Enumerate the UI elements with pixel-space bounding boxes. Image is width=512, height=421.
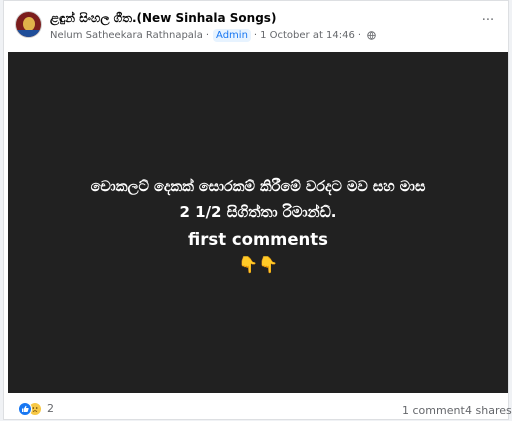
image-text-line-1: චොකලට් දෙකක් සොරකම් කිරීමේ වරදට මව සහ මා… xyxy=(90,179,426,195)
post-meta: Nelum Satheekara Rathnapala · Admin · 1 … xyxy=(50,29,376,42)
meta-separator: · xyxy=(205,30,210,41)
page-avatar[interactable] xyxy=(15,11,42,38)
meta-separator-3: · xyxy=(357,30,362,41)
post-footer: 2 1 comment 4 shares xyxy=(4,399,512,421)
comments-link[interactable]: 1 comment xyxy=(402,404,465,417)
post-header: ළඳුන් සිංහල ගීත.(New Sinhala Songs) Nelu… xyxy=(4,1,508,49)
image-text-line-3: first comments xyxy=(188,230,328,249)
avatar-face xyxy=(23,17,35,31)
shares-link[interactable]: 4 shares xyxy=(465,404,512,417)
page-name-link[interactable]: ළඳුන් සිංහල ගීත.(New Sinhala Songs) xyxy=(50,11,276,26)
post-card: ළඳුන් සිංහල ගීත.(New Sinhala Songs) Nelu… xyxy=(3,0,512,421)
author-name-link[interactable]: Nelum Satheekara Rathnapala xyxy=(50,30,203,41)
image-text-line-2: 2 1/2 සිගිත්තා රිමාන්ඩ්. xyxy=(179,203,337,221)
admin-badge: Admin xyxy=(213,29,251,42)
like-reaction-icon[interactable] xyxy=(18,402,32,416)
post-image[interactable]: චොකලට් දෙකක් සොරකම් කිරීමේ වරදට මව සහ මා… xyxy=(8,52,508,393)
reaction-count[interactable]: 2 xyxy=(47,402,54,415)
globe-icon xyxy=(367,31,376,40)
timestamp-link[interactable]: 1 October at 14:46 xyxy=(260,30,355,41)
more-options-button[interactable]: ··· xyxy=(478,14,498,30)
pointing-down-emoji: 👇👇 xyxy=(238,255,278,274)
thumbs-up-icon xyxy=(22,405,29,412)
meta-separator-2: · xyxy=(253,30,258,41)
avatar-band xyxy=(16,30,41,37)
